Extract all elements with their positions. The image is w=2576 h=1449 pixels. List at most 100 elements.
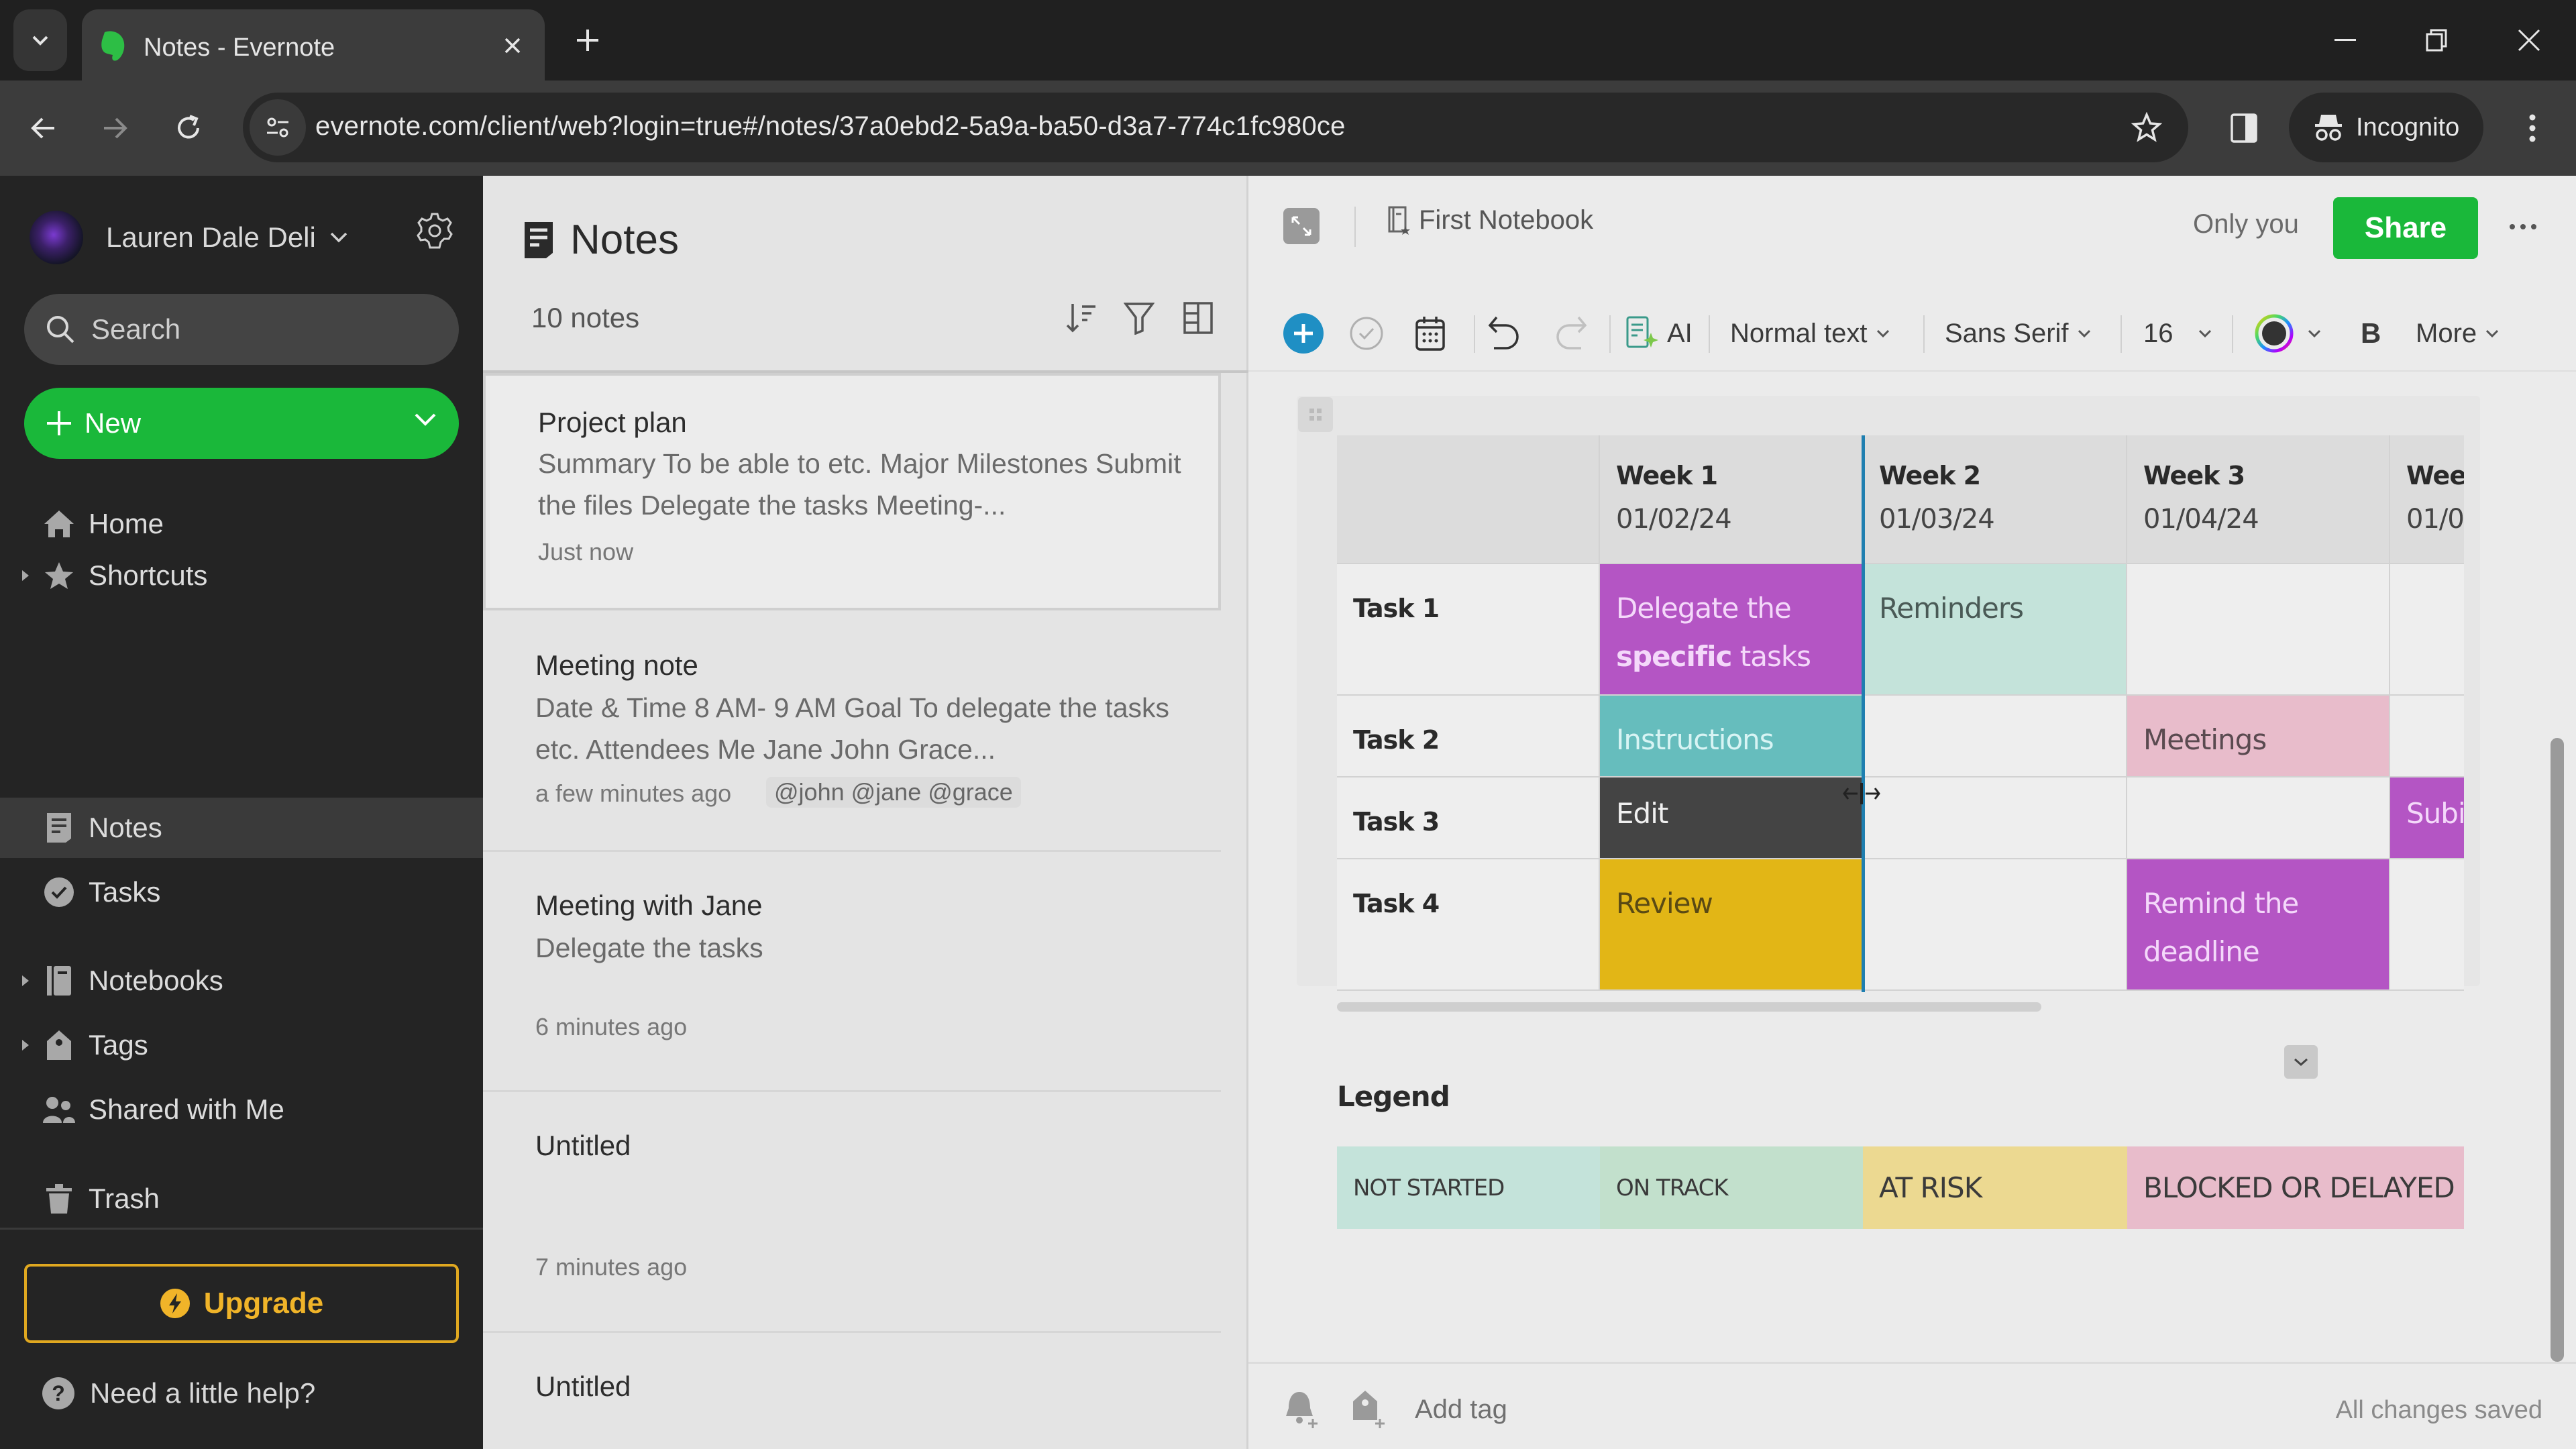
sidebar-item-notebooks[interactable]: Notebooks — [0, 951, 483, 1011]
notes-count: 10 notes — [531, 302, 640, 333]
font-size-dropdown[interactable]: 16 — [2143, 311, 2212, 356]
sidebar-item-tags[interactable]: Tags — [0, 1015, 483, 1075]
undo-button[interactable] — [1487, 311, 1521, 356]
sidebar-item-trash[interactable]: Trash — [0, 1169, 483, 1229]
table-drag-handle[interactable] — [1298, 397, 1333, 432]
sidebar-item-notes[interactable]: Notes — [0, 798, 483, 858]
table-row-header[interactable]: Task 3 — [1337, 777, 1600, 859]
table-cell[interactable]: Reminders — [1863, 564, 2127, 696]
table-cell[interactable]: Edit — [1600, 777, 1863, 859]
table-cell[interactable] — [2127, 777, 2390, 859]
reload-button[interactable] — [165, 105, 212, 152]
more-formatting-dropdown[interactable]: More — [2416, 311, 2500, 356]
tag-icon-button[interactable] — [1348, 1388, 1391, 1431]
sort-button[interactable] — [1060, 297, 1103, 339]
address-bar[interactable]: evernote.com/client/web?login=true#/note… — [243, 93, 2188, 162]
table-cell[interactable] — [1863, 859, 2127, 991]
table-header-cell[interactable]: Week 3 01/04/24 — [2127, 435, 2390, 564]
table-row-header[interactable]: Task 1 — [1337, 564, 1600, 696]
table-header-corner[interactable] — [1337, 435, 1600, 564]
note-list-item[interactable]: Meeting with Jane Delegate the tasks 6 m… — [483, 852, 1221, 1092]
forward-button[interactable] — [91, 105, 138, 152]
table-cell[interactable] — [2390, 859, 2464, 991]
table-cell[interactable] — [1863, 696, 2127, 777]
upgrade-button[interactable]: Upgrade — [24, 1264, 459, 1343]
bold-button[interactable]: B — [2361, 311, 2381, 356]
sidebar-item-shared-with-me[interactable]: Shared with Me — [0, 1079, 483, 1140]
note-editor: First Notebook Only you Share AI Normal … — [1248, 176, 2576, 1449]
table-header-cell[interactable]: Weel 01/0 — [2390, 435, 2464, 564]
account-switcher[interactable]: Lauren Dale Deli — [30, 204, 348, 271]
note-list-item[interactable]: Project plan Summary To be able to etc. … — [483, 373, 1221, 610]
note-list-item[interactable]: Untitled 7 minutes ago — [483, 1092, 1221, 1332]
table-cell[interactable]: Instructions — [1600, 696, 1863, 777]
ai-button[interactable]: AI — [1625, 311, 1693, 356]
minimize-button[interactable] — [2318, 19, 2372, 62]
task-button[interactable] — [1349, 311, 1384, 356]
table-row-header[interactable]: Task 4 — [1337, 859, 1600, 991]
search-input[interactable]: Search — [24, 294, 459, 365]
column-resize-handle[interactable] — [1862, 435, 1865, 992]
note-list-item[interactable]: Meeting note Date & Time 8 AM- 9 AM Goal… — [483, 612, 1221, 852]
table-cell[interactable]: Review — [1600, 859, 1863, 991]
new-note-button[interactable]: New — [24, 388, 459, 459]
side-panel-button[interactable] — [2220, 105, 2267, 152]
reload-icon — [178, 115, 199, 139]
calendar-button[interactable] — [1415, 311, 1446, 356]
week-date: 01/0 — [2406, 504, 2464, 535]
expand-note-button[interactable] — [1283, 208, 1320, 244]
table-horizontal-scrollbar[interactable] — [1337, 1002, 2041, 1012]
bookmark-button[interactable] — [2125, 106, 2168, 149]
filter-button[interactable] — [1118, 297, 1161, 339]
add-reminder-button[interactable] — [1281, 1388, 1324, 1431]
plus-icon — [47, 411, 71, 435]
table-cell[interactable]: Subi — [2390, 777, 2464, 859]
table-cell[interactable] — [2127, 564, 2390, 696]
cell-options-button[interactable] — [2284, 1045, 2318, 1079]
table-row-header[interactable]: Task 2 — [1337, 696, 1600, 777]
settings-button[interactable] — [413, 209, 456, 252]
table-header-cell[interactable]: Week 2 01/03/24 — [1863, 435, 2127, 564]
site-info-button[interactable] — [250, 99, 306, 156]
incognito-indicator[interactable]: Incognito — [2289, 93, 2483, 162]
table-cell[interactable]: Remind the deadline — [2127, 859, 2390, 991]
font-family-dropdown[interactable]: Sans Serif — [1945, 311, 2092, 356]
caret-right-icon[interactable] — [19, 569, 32, 582]
caret-right-icon[interactable] — [19, 1038, 32, 1052]
account-name: Lauren Dale Deli — [106, 221, 316, 253]
help-link[interactable]: ? Need a little help? — [42, 1377, 315, 1410]
close-tab-button[interactable] — [494, 27, 531, 64]
table-header-cell[interactable]: Week 1 01/02/24 — [1600, 435, 1863, 564]
caret-right-icon[interactable] — [19, 974, 32, 987]
table-cell[interactable] — [1863, 777, 2127, 859]
insert-button[interactable] — [1282, 311, 1325, 356]
sidebar-item-shortcuts[interactable]: Shortcuts — [0, 545, 483, 606]
table-cell[interactable] — [2390, 696, 2464, 777]
text-color-dropdown[interactable] — [2255, 311, 2322, 356]
more-options-button[interactable] — [2503, 207, 2543, 247]
add-tag-input[interactable]: Add tag — [1415, 1395, 1507, 1425]
chevron-down-icon[interactable] — [413, 412, 437, 427]
notebook-breadcrumb[interactable]: First Notebook — [1388, 205, 1593, 235]
table-cell[interactable]: Meetings — [2127, 696, 2390, 777]
browser-menu-button[interactable] — [2509, 105, 2556, 152]
table-cell[interactable] — [2390, 564, 2464, 696]
browser-tab-active[interactable]: Notes - Evernote — [82, 9, 545, 80]
redo-button[interactable] — [1554, 311, 1588, 356]
text-style-dropdown[interactable]: Normal text — [1730, 311, 1890, 356]
new-tab-button[interactable] — [568, 20, 608, 60]
note-snippet: Delegate the tasks — [535, 932, 763, 963]
side-panel-icon — [2231, 113, 2257, 143]
tag-plus-icon — [1353, 1391, 1385, 1428]
back-button[interactable] — [20, 105, 67, 152]
tab-search-button[interactable] — [13, 9, 67, 71]
table-cell[interactable]: Delegate the specific tasks — [1600, 564, 1863, 696]
share-button[interactable]: Share — [2333, 197, 2478, 259]
close-window-button[interactable] — [2502, 19, 2556, 62]
restore-button[interactable] — [2410, 19, 2463, 62]
lightning-icon — [160, 1289, 190, 1318]
sidebar-item-tasks[interactable]: Tasks — [0, 862, 483, 922]
note-list-item[interactable]: Untitled — [483, 1333, 1221, 1449]
view-options-button[interactable] — [1177, 297, 1220, 339]
editor-vertical-scrollbar[interactable] — [2551, 738, 2564, 1362]
